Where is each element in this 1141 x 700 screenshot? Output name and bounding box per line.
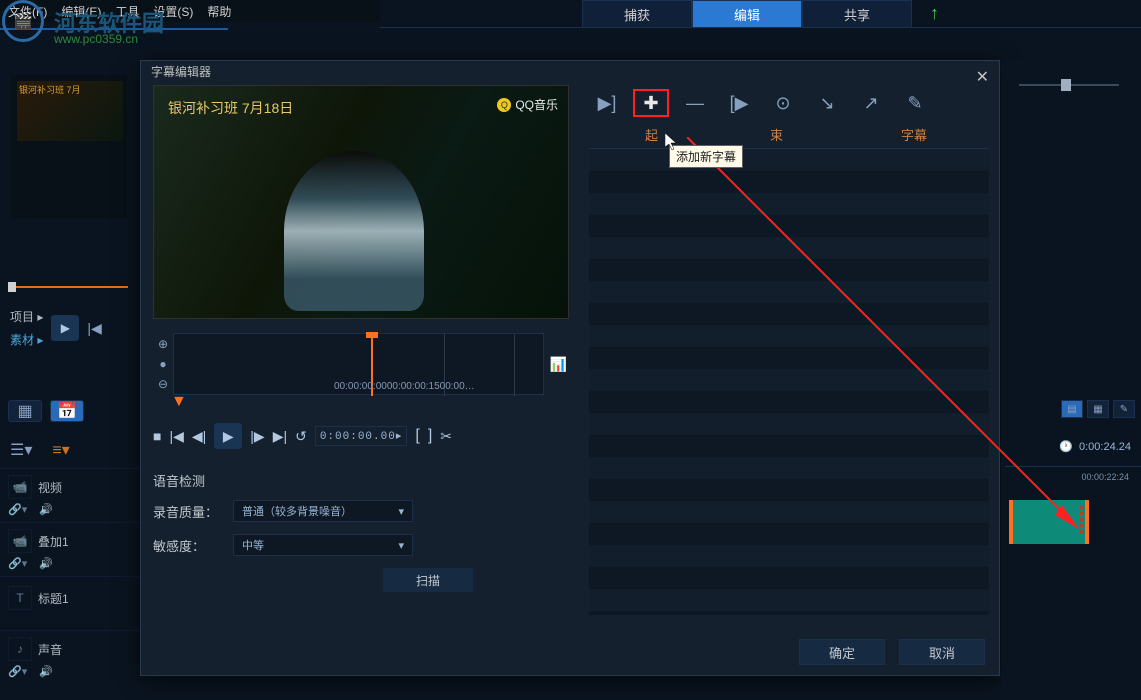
tick-2: 00:00… [440,381,475,392]
view-film-icon[interactable]: ▦ [8,400,42,422]
play-icon[interactable]: ▶ [214,423,242,449]
audio-wave-icon[interactable]: 📊 [550,356,567,373]
skip-start-icon[interactable]: |◀ [87,320,101,337]
playhead-marker-icon[interactable]: ▼ [171,393,567,411]
overlay-icon: 📹 [8,529,32,553]
format-icon[interactable]: ✎ [897,89,933,117]
voice-detect-heading: 语音检测 [153,471,567,490]
volume-icon[interactable]: 🔊 [39,503,53,516]
media-thumbnail[interactable]: 银河补习班 7月 [10,74,128,220]
view-timeline-icon[interactable]: 📅 [50,400,84,422]
right-sidebar: ▤ ▦ ✎ 🕐 0:00:24.24 00:00:22:24 [1001,60,1141,700]
video-preview[interactable]: 银河补习班 7月18日 QQQ音乐 [153,85,569,319]
dialog-title: 字幕编辑器 [151,63,211,80]
video-caption: 银河补习班 7月18日 [168,98,293,118]
jump-end-icon[interactable]: [▶ [721,89,757,117]
duration-display: 0:00:24.24 [1079,441,1131,453]
subtitle-list[interactable] [589,149,989,615]
track-audio[interactable]: ♪声音 🔗▾🔊 [0,630,140,684]
track-title[interactable]: T标题1 [0,576,140,630]
mark-in-icon[interactable]: [ [415,427,419,445]
edit-icon[interactable]: ✎ [1113,400,1135,418]
track-video[interactable]: 📹视频 🔗▾🔊 [0,468,140,522]
view-list-icon[interactable]: ▤ [1061,400,1083,418]
add-subtitle-button[interactable]: ✚ [633,89,669,117]
clock-icon: 🕐 [1059,440,1073,453]
timeline-ruler[interactable]: 00:00:22:24 [1005,466,1141,486]
ok-button[interactable]: 确定 [799,639,885,665]
material-label[interactable]: 素材 ▸ [10,331,43,348]
time-shift-icon[interactable]: ⊙ [765,89,801,117]
tool-list-icon[interactable]: ☰▾ [10,440,32,460]
volume-slider[interactable] [1019,84,1119,90]
cancel-button[interactable]: 取消 [899,639,985,665]
cursor-icon [665,133,679,151]
chevron-down-icon: ▾ [398,505,404,518]
mini-slider[interactable] [8,286,128,288]
waveform-timeline[interactable]: 00:00:00:00 00:00:00:15 00:00… [173,333,544,395]
zoom-out-icon[interactable]: ⊖ [158,377,168,391]
import-icon[interactable]: ↘ [809,89,845,117]
tick-1: 00:00:00:15 [387,381,440,392]
sensitivity-dropdown[interactable]: 中等▾ [233,534,413,556]
col-start: 起 [589,121,714,148]
loop-icon[interactable]: ↺ [295,428,307,445]
remove-subtitle-icon[interactable]: — [677,89,713,117]
scan-button[interactable]: 扫描 [383,568,473,592]
quality-dropdown[interactable]: 普通（较多背景噪音）▾ [233,500,413,522]
quality-label: 录音质量： [153,502,233,521]
tick-0: 00:00:00:00 [334,381,387,392]
dialog-close-icon[interactable]: ✕ [976,67,989,87]
mark-out-icon[interactable]: ] [428,427,432,445]
chevron-down-icon: ▾ [398,539,404,552]
project-controls: 项目 ▸ 素材 ▸ ▶ |◀ [10,308,102,348]
volume-icon[interactable]: 🔊 [39,665,53,678]
subtitle-editor-dialog: 字幕编辑器 ✕ 银河补习班 7月18日 QQQ音乐 ⊕ ● ⊖ [140,60,1000,676]
play-button[interactable]: ▶ [51,315,79,341]
add-subtitle-tooltip: 添加新字幕 [669,145,743,168]
watermark-url: www.pc0359.cn [54,32,138,46]
jump-start-icon[interactable]: ▶] [589,89,625,117]
zoom-in-icon[interactable]: ⊕ [158,337,168,351]
stop-icon[interactable]: ■ [153,428,161,444]
step-fwd-icon[interactable]: |▶ [250,428,264,445]
skip-last-icon[interactable]: ▶| [273,428,287,445]
menu-help[interactable]: 帮助 [207,3,231,20]
track-overlay[interactable]: 📹叠加1 🔗▾🔊 [0,522,140,576]
cut-icon[interactable]: ✂ [440,428,452,445]
project-label[interactable]: 项目 ▸ [10,308,43,325]
link-icon[interactable]: 🔗▾ [8,503,27,516]
view-grid-icon[interactable]: ▦ [1087,400,1109,418]
text-icon: T [8,586,32,610]
tool-sort-icon[interactable]: ≡▾ [52,440,69,460]
col-subtitle: 字幕 [839,121,989,148]
col-end: 束 [714,121,839,148]
link-icon[interactable]: 🔗▾ [8,665,27,678]
link-icon[interactable]: 🔗▾ [8,557,27,570]
qq-music-badge: QQQ音乐 [497,96,558,113]
export-icon[interactable]: ↗ [853,89,889,117]
camera-icon: 📹 [8,475,32,499]
music-icon: ♪ [8,637,32,661]
app-logo-icon: 🎬 [2,0,44,42]
zoom-knob-icon[interactable]: ● [159,357,166,371]
step-back-icon[interactable]: ◀| [192,428,206,445]
volume-icon[interactable]: 🔊 [39,557,53,570]
sensitivity-label: 敏感度： [153,536,233,555]
thumbnail-image: 银河补习班 7月 [17,81,123,141]
timeline-clip[interactable] [1009,500,1089,544]
timecode-display[interactable]: 0:00:00.00▸ [315,426,408,446]
skip-first-icon[interactable]: |◀ [169,428,183,445]
